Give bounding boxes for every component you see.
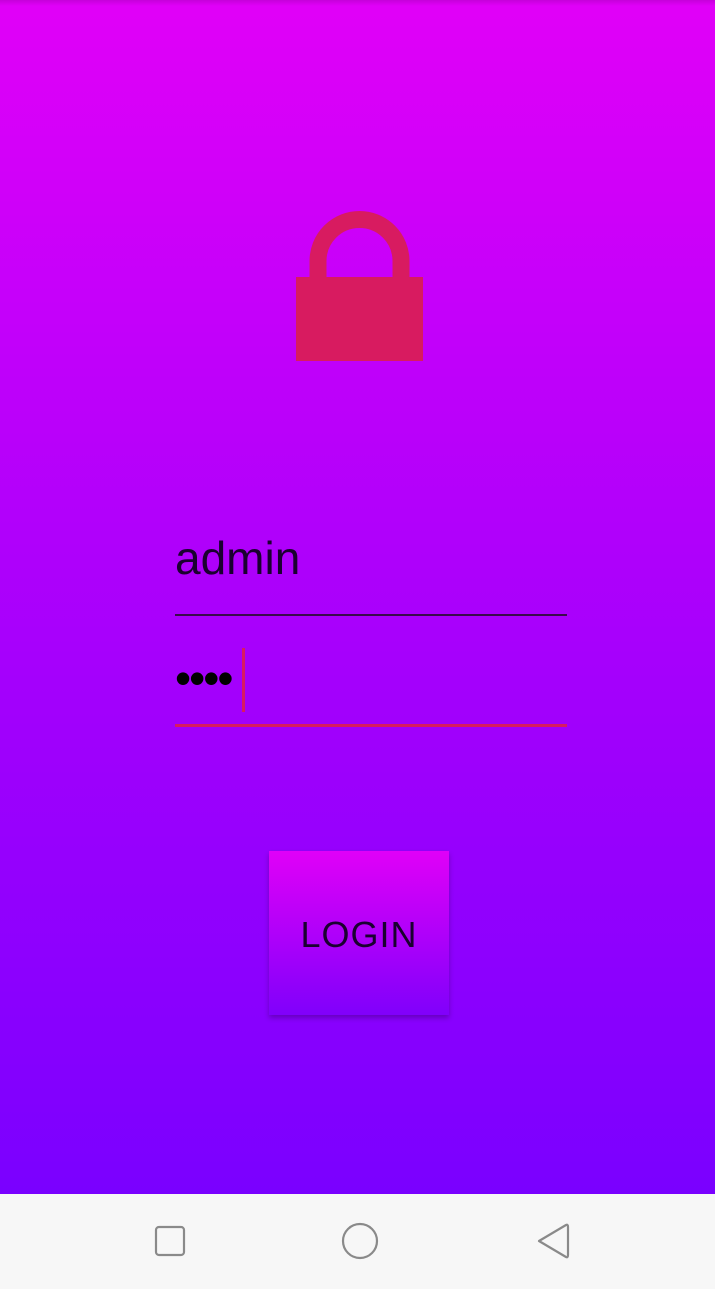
login-button-label: LOGIN bbox=[300, 914, 418, 955]
text-cursor bbox=[242, 648, 245, 712]
screen: admin •••• LOGIN bbox=[0, 0, 715, 1289]
triangle-back-icon[interactable] bbox=[529, 1216, 579, 1266]
system-nav-bar bbox=[0, 1194, 715, 1289]
lock-icon bbox=[296, 211, 423, 361]
password-value: •••• bbox=[175, 652, 233, 704]
login-screen: admin •••• LOGIN bbox=[0, 0, 715, 1194]
square-icon[interactable] bbox=[145, 1216, 195, 1266]
password-field[interactable]: •••• bbox=[175, 640, 567, 727]
status-bar-shadow bbox=[0, 0, 715, 6]
login-button[interactable]: LOGIN bbox=[269, 851, 449, 1015]
username-field[interactable]: admin bbox=[175, 524, 567, 616]
username-value: admin bbox=[175, 532, 301, 584]
circle-icon[interactable] bbox=[335, 1216, 385, 1266]
